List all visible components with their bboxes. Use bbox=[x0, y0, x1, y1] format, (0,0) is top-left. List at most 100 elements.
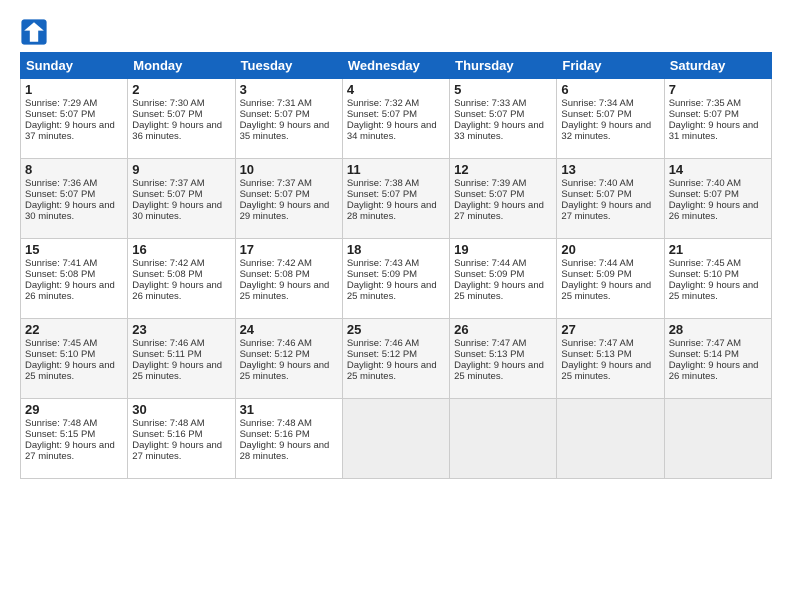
day-number: 7 bbox=[669, 82, 767, 97]
logo-icon bbox=[20, 18, 48, 46]
sunset-text: Sunset: 5:14 PM bbox=[669, 349, 739, 360]
sunset-text: Sunset: 5:09 PM bbox=[454, 269, 524, 280]
weekday-header-wednesday: Wednesday bbox=[342, 53, 449, 79]
sunrise-text: Sunrise: 7:47 AM bbox=[669, 338, 741, 349]
sunset-text: Sunset: 5:07 PM bbox=[454, 109, 524, 120]
day-number: 20 bbox=[561, 242, 659, 257]
calendar-cell bbox=[450, 399, 557, 479]
calendar-cell: 18 Sunrise: 7:43 AM Sunset: 5:09 PM Dayl… bbox=[342, 239, 449, 319]
day-number: 31 bbox=[240, 402, 338, 417]
sunrise-text: Sunrise: 7:32 AM bbox=[347, 98, 419, 109]
day-number: 12 bbox=[454, 162, 552, 177]
sunset-text: Sunset: 5:16 PM bbox=[132, 429, 202, 440]
sunset-text: Sunset: 5:07 PM bbox=[132, 109, 202, 120]
weekday-header-friday: Friday bbox=[557, 53, 664, 79]
sunset-text: Sunset: 5:16 PM bbox=[240, 429, 310, 440]
daylight-text: Daylight: 9 hours and 32 minutes. bbox=[561, 120, 651, 142]
sunset-text: Sunset: 5:07 PM bbox=[669, 189, 739, 200]
weekday-header-tuesday: Tuesday bbox=[235, 53, 342, 79]
sunset-text: Sunset: 5:07 PM bbox=[669, 109, 739, 120]
sunset-text: Sunset: 5:07 PM bbox=[240, 189, 310, 200]
calendar-cell: 14 Sunrise: 7:40 AM Sunset: 5:07 PM Dayl… bbox=[664, 159, 771, 239]
sunset-text: Sunset: 5:13 PM bbox=[561, 349, 631, 360]
week-row-2: 8 Sunrise: 7:36 AM Sunset: 5:07 PM Dayli… bbox=[21, 159, 772, 239]
sunrise-text: Sunrise: 7:44 AM bbox=[454, 258, 526, 269]
day-number: 26 bbox=[454, 322, 552, 337]
day-number: 3 bbox=[240, 82, 338, 97]
day-number: 14 bbox=[669, 162, 767, 177]
sunset-text: Sunset: 5:12 PM bbox=[240, 349, 310, 360]
sunrise-text: Sunrise: 7:46 AM bbox=[132, 338, 204, 349]
day-number: 22 bbox=[25, 322, 123, 337]
sunrise-text: Sunrise: 7:38 AM bbox=[347, 178, 419, 189]
day-number: 15 bbox=[25, 242, 123, 257]
calendar-table: SundayMondayTuesdayWednesdayThursdayFrid… bbox=[20, 52, 772, 479]
header bbox=[20, 18, 772, 46]
calendar-cell: 13 Sunrise: 7:40 AM Sunset: 5:07 PM Dayl… bbox=[557, 159, 664, 239]
sunset-text: Sunset: 5:09 PM bbox=[347, 269, 417, 280]
sunrise-text: Sunrise: 7:48 AM bbox=[25, 418, 97, 429]
day-number: 8 bbox=[25, 162, 123, 177]
day-number: 10 bbox=[240, 162, 338, 177]
week-row-5: 29 Sunrise: 7:48 AM Sunset: 5:15 PM Dayl… bbox=[21, 399, 772, 479]
sunset-text: Sunset: 5:13 PM bbox=[454, 349, 524, 360]
sunrise-text: Sunrise: 7:46 AM bbox=[240, 338, 312, 349]
daylight-text: Daylight: 9 hours and 25 minutes. bbox=[669, 280, 759, 302]
day-number: 5 bbox=[454, 82, 552, 97]
day-number: 30 bbox=[132, 402, 230, 417]
sunrise-text: Sunrise: 7:48 AM bbox=[132, 418, 204, 429]
sunset-text: Sunset: 5:07 PM bbox=[561, 189, 631, 200]
calendar-cell: 19 Sunrise: 7:44 AM Sunset: 5:09 PM Dayl… bbox=[450, 239, 557, 319]
day-number: 9 bbox=[132, 162, 230, 177]
sunset-text: Sunset: 5:08 PM bbox=[25, 269, 95, 280]
sunrise-text: Sunrise: 7:37 AM bbox=[132, 178, 204, 189]
sunset-text: Sunset: 5:15 PM bbox=[25, 429, 95, 440]
day-number: 21 bbox=[669, 242, 767, 257]
calendar-cell: 15 Sunrise: 7:41 AM Sunset: 5:08 PM Dayl… bbox=[21, 239, 128, 319]
daylight-text: Daylight: 9 hours and 29 minutes. bbox=[240, 200, 330, 222]
calendar-cell: 1 Sunrise: 7:29 AM Sunset: 5:07 PM Dayli… bbox=[21, 79, 128, 159]
day-number: 11 bbox=[347, 162, 445, 177]
sunset-text: Sunset: 5:07 PM bbox=[454, 189, 524, 200]
daylight-text: Daylight: 9 hours and 27 minutes. bbox=[25, 440, 115, 462]
day-number: 27 bbox=[561, 322, 659, 337]
day-number: 2 bbox=[132, 82, 230, 97]
sunset-text: Sunset: 5:07 PM bbox=[347, 189, 417, 200]
sunrise-text: Sunrise: 7:30 AM bbox=[132, 98, 204, 109]
calendar-cell: 28 Sunrise: 7:47 AM Sunset: 5:14 PM Dayl… bbox=[664, 319, 771, 399]
day-number: 1 bbox=[25, 82, 123, 97]
sunrise-text: Sunrise: 7:29 AM bbox=[25, 98, 97, 109]
day-number: 17 bbox=[240, 242, 338, 257]
sunset-text: Sunset: 5:07 PM bbox=[240, 109, 310, 120]
daylight-text: Daylight: 9 hours and 25 minutes. bbox=[454, 280, 544, 302]
sunrise-text: Sunrise: 7:35 AM bbox=[669, 98, 741, 109]
sunrise-text: Sunrise: 7:33 AM bbox=[454, 98, 526, 109]
calendar-cell: 7 Sunrise: 7:35 AM Sunset: 5:07 PM Dayli… bbox=[664, 79, 771, 159]
sunrise-text: Sunrise: 7:43 AM bbox=[347, 258, 419, 269]
sunset-text: Sunset: 5:11 PM bbox=[132, 349, 202, 360]
sunrise-text: Sunrise: 7:36 AM bbox=[25, 178, 97, 189]
daylight-text: Daylight: 9 hours and 35 minutes. bbox=[240, 120, 330, 142]
daylight-text: Daylight: 9 hours and 25 minutes. bbox=[240, 280, 330, 302]
day-number: 24 bbox=[240, 322, 338, 337]
daylight-text: Daylight: 9 hours and 25 minutes. bbox=[240, 360, 330, 382]
calendar-cell bbox=[664, 399, 771, 479]
sunrise-text: Sunrise: 7:42 AM bbox=[132, 258, 204, 269]
day-number: 29 bbox=[25, 402, 123, 417]
sunrise-text: Sunrise: 7:41 AM bbox=[25, 258, 97, 269]
day-number: 13 bbox=[561, 162, 659, 177]
calendar-cell: 3 Sunrise: 7:31 AM Sunset: 5:07 PM Dayli… bbox=[235, 79, 342, 159]
calendar-cell: 20 Sunrise: 7:44 AM Sunset: 5:09 PM Dayl… bbox=[557, 239, 664, 319]
days-header-row: SundayMondayTuesdayWednesdayThursdayFrid… bbox=[21, 53, 772, 79]
calendar-cell bbox=[342, 399, 449, 479]
daylight-text: Daylight: 9 hours and 25 minutes. bbox=[347, 360, 437, 382]
calendar-cell: 29 Sunrise: 7:48 AM Sunset: 5:15 PM Dayl… bbox=[21, 399, 128, 479]
day-number: 6 bbox=[561, 82, 659, 97]
sunrise-text: Sunrise: 7:37 AM bbox=[240, 178, 312, 189]
day-number: 18 bbox=[347, 242, 445, 257]
calendar-cell: 10 Sunrise: 7:37 AM Sunset: 5:07 PM Dayl… bbox=[235, 159, 342, 239]
sunset-text: Sunset: 5:07 PM bbox=[25, 109, 95, 120]
sunrise-text: Sunrise: 7:42 AM bbox=[240, 258, 312, 269]
week-row-4: 22 Sunrise: 7:45 AM Sunset: 5:10 PM Dayl… bbox=[21, 319, 772, 399]
sunrise-text: Sunrise: 7:39 AM bbox=[454, 178, 526, 189]
